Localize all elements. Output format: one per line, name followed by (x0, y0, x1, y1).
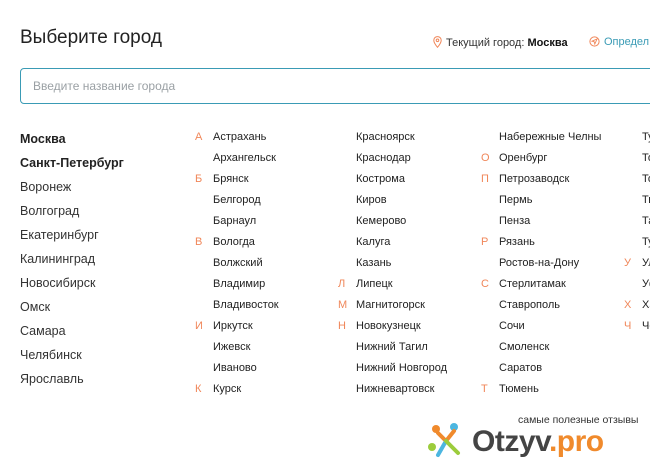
popular-city-link[interactable]: Москва (20, 131, 124, 155)
index-letter: Р (481, 236, 489, 248)
index-letter: А (195, 131, 203, 143)
city-link[interactable]: Иркутск (213, 319, 253, 334)
otzyv-logo-icon (428, 423, 460, 457)
popular-city-link[interactable]: Ярославль (20, 371, 124, 395)
index-letter: К (195, 383, 202, 395)
popular-city-link[interactable]: Омск (20, 299, 124, 323)
city-link[interactable]: Новокузнецк (356, 319, 421, 334)
location-pin-icon (433, 36, 442, 51)
city-link[interactable]: Владивосток (213, 298, 279, 313)
index-letter: Ч (624, 320, 632, 332)
popular-city-link[interactable]: Воронеж (20, 179, 124, 203)
city-link[interactable]: Оренбург (499, 151, 547, 166)
index-letter: Л (338, 278, 346, 290)
city-link[interactable]: Ту (642, 130, 650, 145)
city-link[interactable]: Набережные Челны (499, 130, 601, 145)
city-link[interactable]: Пермь (499, 193, 532, 208)
popular-city-link[interactable]: Калининград (20, 251, 124, 275)
popular-city-link[interactable]: Санкт-Петербург (20, 155, 124, 179)
city-link[interactable]: Та (642, 214, 650, 229)
city-link[interactable]: Нижний Тагил (356, 340, 428, 355)
locate-icon (589, 36, 600, 47)
city-link[interactable]: То (642, 172, 650, 187)
city-link[interactable]: Курск (213, 382, 241, 397)
detect-location-label[interactable]: Определ (604, 36, 649, 48)
popular-cities-list: Москва Санкт-Петербург Воронеж Волгоград Ека… (20, 131, 124, 395)
city-link[interactable]: Смоленск (499, 340, 549, 355)
index-letter: Б (195, 173, 203, 185)
city-link[interactable]: Краснодар (356, 151, 411, 166)
city-link[interactable]: Астрахань (213, 130, 266, 145)
index-letter: И (195, 320, 203, 332)
city-link[interactable]: Липецк (356, 277, 393, 292)
index-letter: У (624, 257, 631, 269)
city-link[interactable]: Киров (356, 193, 387, 208)
index-letter: В (195, 236, 203, 248)
city-link[interactable]: Тюмень (499, 382, 539, 397)
watermark-brand: Otzyv.pro (472, 425, 604, 458)
city-link[interactable]: Че (642, 319, 650, 334)
city-link[interactable]: Брянск (213, 172, 249, 187)
city-link[interactable]: Магнитогорск (356, 298, 425, 313)
city-link[interactable]: Владимир (213, 277, 265, 292)
city-link[interactable]: Петрозаводск (499, 172, 569, 187)
watermark: самые полезные отзывы Otzyv.pro (424, 414, 650, 464)
current-city-value: Москва (527, 37, 568, 49)
popular-city-link[interactable]: Екатеринбург (20, 227, 124, 251)
city-link[interactable]: Волжский (213, 256, 263, 271)
popular-city-link[interactable]: Новосибирск (20, 275, 124, 299)
city-link[interactable]: Белгород (213, 193, 261, 208)
city-link[interactable]: Саратов (499, 361, 542, 376)
popular-city-link[interactable]: Самара (20, 323, 124, 347)
city-link[interactable]: Уф (642, 277, 650, 292)
city-link[interactable]: То (642, 151, 650, 166)
detect-location-link[interactable]: Определ (589, 36, 649, 48)
city-link[interactable]: Рязань (499, 235, 535, 250)
city-link[interactable]: Нижневартовск (356, 382, 434, 397)
city-link[interactable]: Ул (642, 256, 650, 271)
popular-city-link[interactable]: Волгоград (20, 203, 124, 227)
index-letter: М (338, 299, 348, 311)
index-letter: П (481, 173, 489, 185)
city-link[interactable]: Ту (642, 235, 650, 250)
index-letter: Х (624, 299, 632, 311)
city-link[interactable]: Иваново (213, 361, 257, 376)
page-title: Выберите город (20, 27, 162, 48)
city-link[interactable]: Архангельск (213, 151, 276, 166)
city-search-input[interactable] (20, 68, 650, 104)
city-link[interactable]: Красноярск (356, 130, 415, 145)
city-link[interactable]: Тв (642, 193, 650, 208)
city-link[interactable]: Пенза (499, 214, 530, 229)
city-link[interactable]: Вологда (213, 235, 255, 250)
city-link[interactable]: Барнаул (213, 214, 256, 229)
city-link[interactable]: Ставрополь (499, 298, 560, 313)
index-letter: Н (338, 320, 346, 332)
current-city: Текущий город: Москва (433, 36, 568, 51)
index-letter: Т (481, 383, 488, 395)
city-link[interactable]: Стерлитамак (499, 277, 566, 292)
current-city-label: Текущий город: (446, 37, 525, 49)
popular-city-link[interactable]: Челябинск (20, 347, 124, 371)
city-link[interactable]: Ростов-на-Дону (499, 256, 579, 271)
city-link[interactable]: Ижевск (213, 340, 250, 355)
city-link[interactable]: Кострома (356, 172, 405, 187)
city-link[interactable]: Сочи (499, 319, 525, 334)
city-link[interactable]: Казань (356, 256, 391, 271)
city-link[interactable]: Нижний Новгород (356, 361, 447, 376)
index-letter: О (481, 152, 490, 164)
city-link[interactable]: Кемерово (356, 214, 406, 229)
city-link[interactable]: Ха (642, 298, 650, 313)
city-link[interactable]: Калуга (356, 235, 390, 250)
index-letter: С (481, 278, 489, 290)
